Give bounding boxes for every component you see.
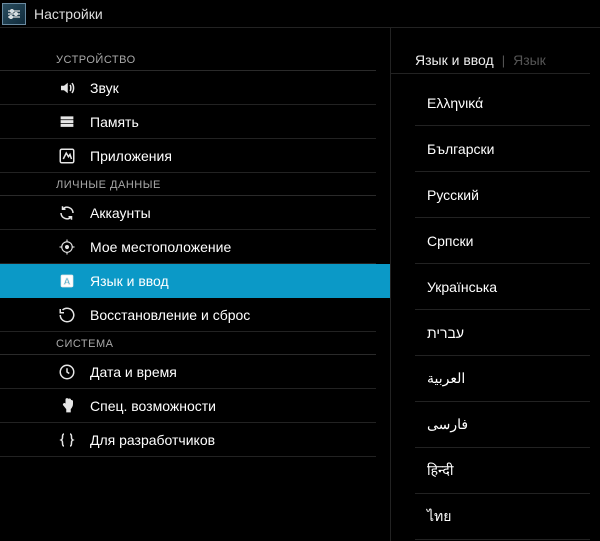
svg-text:A: A [64,276,71,286]
section-header-personal: ЛИЧНЫЕ ДАННЫЕ [0,173,376,196]
item-label: Дата и время [90,364,177,380]
language-option[interactable]: Ελληνικά [415,80,590,126]
storage-icon [56,113,78,131]
item-label: Приложения [90,148,172,164]
settings-app-icon [2,3,26,25]
language-label: فارسی [427,416,468,433]
main-layout: УСТРОЙСТВО Звук Память [0,28,600,541]
language-option[interactable]: Български [415,126,590,172]
sound-icon [56,79,78,97]
braces-icon [56,431,78,449]
language-label: Русский [427,187,479,203]
item-language-input[interactable]: A Язык и ввод [0,264,390,298]
language-option[interactable]: Српски [415,218,590,264]
section-header-system: СИСТЕМА [0,332,376,355]
detail-pane: Язык и ввод | Язык Ελληνικά Български Ру… [390,28,600,541]
item-label: Для разработчиков [90,432,215,448]
language-option[interactable]: Русский [415,172,590,218]
item-sound[interactable]: Звук [0,71,376,105]
language-option[interactable]: فارسی [415,402,590,448]
language-option[interactable]: Українська [415,264,590,310]
language-label: Български [427,141,494,157]
item-developer[interactable]: Для разработчиков [0,423,376,457]
item-label: Спец. возможности [90,398,216,414]
section-header-device: УСТРОЙСТВО [0,48,376,71]
breadcrumb-primary: Язык и ввод [415,52,494,68]
item-label: Память [90,114,139,130]
item-accounts[interactable]: Аккаунты [0,196,376,230]
language-option[interactable]: हिन्दी [415,448,590,494]
language-option[interactable]: العربية [415,356,590,402]
settings-categories-pane: УСТРОЙСТВО Звук Память [0,28,390,541]
item-datetime[interactable]: Дата и время [0,355,376,389]
item-label: Язык и ввод [90,273,169,289]
language-label: हिन्दी [427,461,453,480]
language-label: עברית [427,325,464,341]
language-list: Ελληνικά Български Русский Српски Україн… [391,80,590,540]
backup-icon [56,306,78,324]
language-label: Ελληνικά [427,95,483,111]
item-label: Аккаунты [90,205,151,221]
language-label: Српски [427,233,473,249]
language-icon: A [56,273,78,289]
app-title: Настройки [34,6,103,22]
item-label: Мое местоположение [90,239,231,255]
item-label: Восстановление и сброс [90,307,250,323]
language-option[interactable]: ไทย [415,494,590,540]
language-label: Українська [427,279,497,295]
hand-icon [56,397,78,415]
item-apps[interactable]: Приложения [0,139,376,173]
item-location[interactable]: Мое местоположение [0,230,376,264]
item-storage[interactable]: Память [0,105,376,139]
breadcrumb-divider: | [502,53,505,68]
item-accessibility[interactable]: Спец. возможности [0,389,376,423]
titlebar: Настройки [0,0,600,28]
item-backup-reset[interactable]: Восстановление и сброс [0,298,376,332]
sync-icon [56,204,78,222]
language-label: العربية [427,370,465,387]
location-icon [56,238,78,256]
breadcrumb: Язык и ввод | Язык [391,48,590,74]
apps-icon [56,147,78,165]
item-label: Звук [90,80,119,96]
breadcrumb-secondary: Язык [513,52,546,68]
language-option[interactable]: עברית [415,310,590,356]
clock-icon [56,363,78,381]
language-label: ไทย [427,506,451,528]
